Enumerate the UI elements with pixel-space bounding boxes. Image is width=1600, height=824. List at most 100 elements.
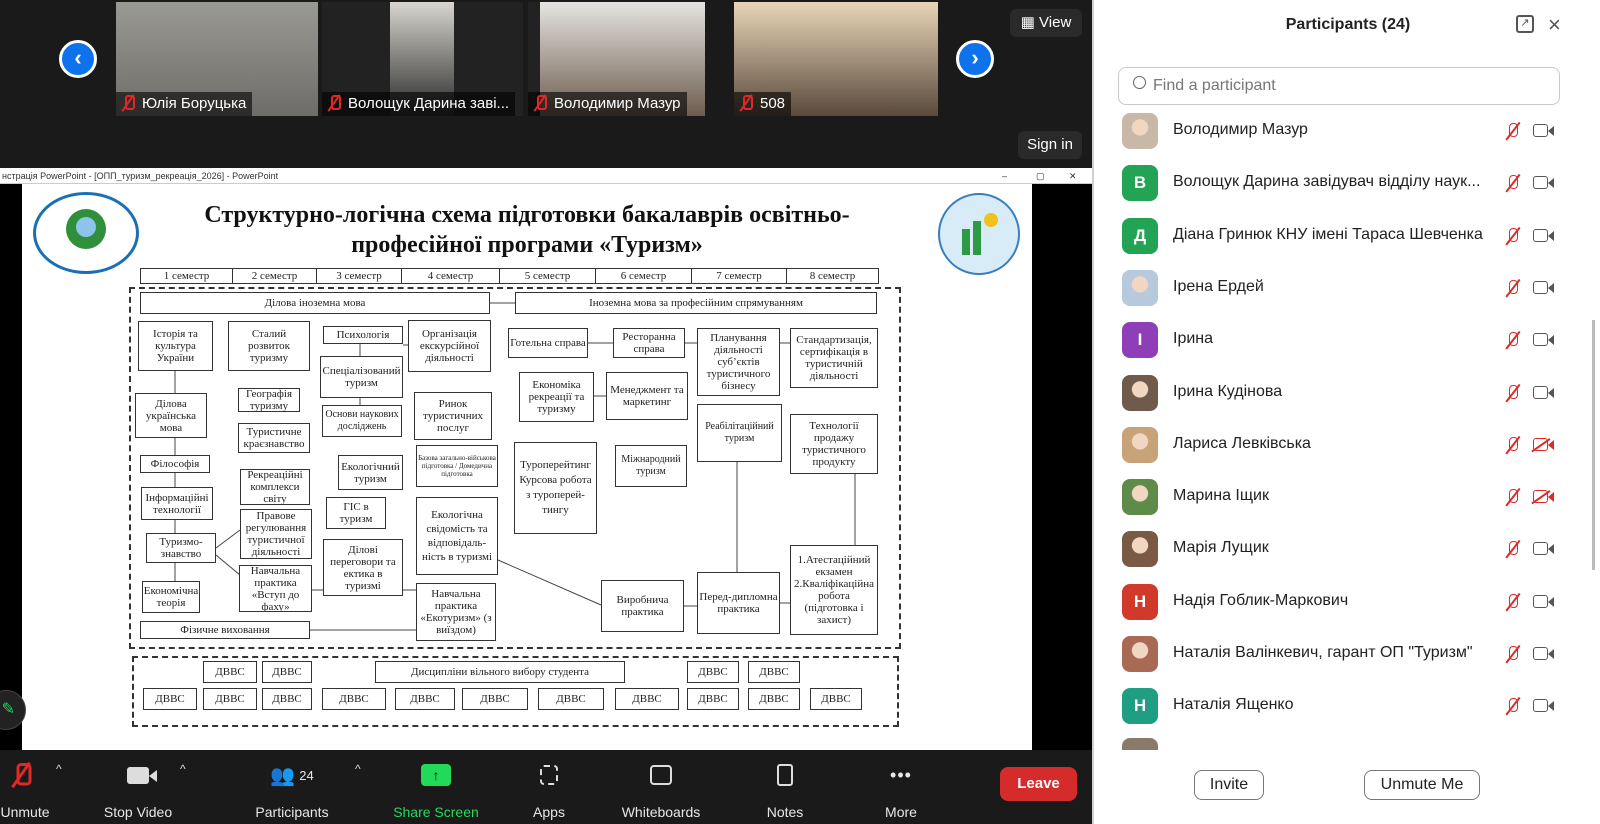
course-box: Ділові переговори та ектика в туризмі (323, 539, 403, 596)
elective-box: ДВВС (810, 688, 862, 710)
video-camera-icon[interactable] (1533, 594, 1554, 608)
notes-button[interactable]: Notes (758, 760, 812, 820)
course-box: Технології продажу туристичного продукту (790, 414, 878, 474)
video-camera-icon[interactable] (1533, 385, 1554, 399)
course-box: Екологічний туризм (338, 455, 403, 490)
course-box: Ресторанна справа (613, 328, 685, 358)
course-box: Економіка рекреації та туризму (519, 372, 594, 422)
video-camera-icon[interactable] (1533, 176, 1554, 190)
video-options-caret[interactable]: ^ (180, 762, 186, 776)
participant-row[interactable]: Ірина Кудінова (1122, 373, 1562, 413)
course-box: Правове регулювання туристичної діяльнос… (240, 509, 312, 559)
whiteboards-button[interactable]: Whiteboards (614, 760, 708, 820)
mic-muted-icon[interactable] (1505, 384, 1521, 402)
participant-row[interactable]: Марія Лущик (1122, 529, 1562, 569)
course-box: Стандартизація, сертифікація в туристичн… (790, 328, 878, 388)
stop-video-button[interactable]: Stop Video (96, 760, 180, 820)
participant-row[interactable]: Н Наталія Ященко (1122, 686, 1562, 726)
participant-row[interactable]: Лариса Левківська (1122, 425, 1562, 465)
course-box: Навчальна практика «Вступ до фаху» (239, 565, 312, 612)
apps-button[interactable]: Apps (524, 760, 574, 820)
elective-box: ДВВС (538, 688, 604, 710)
participant-row[interactable]: Володимир Мазур (1122, 111, 1562, 151)
participant-row[interactable]: Д Діана Гринюк КНУ імені Тараса Шевченка (1122, 216, 1562, 256)
connector (215, 529, 241, 549)
video-off-icon[interactable] (1533, 490, 1554, 504)
mic-muted-icon[interactable] (1505, 122, 1521, 140)
mic-muted-icon[interactable] (1505, 593, 1521, 611)
video-camera-icon (127, 766, 157, 784)
participants-icon: 👥 (270, 764, 296, 787)
connector (497, 559, 602, 606)
video-off-icon[interactable] (1533, 437, 1554, 451)
video-camera-icon[interactable] (1533, 699, 1554, 713)
elective-box: ДВВС (462, 688, 528, 710)
participant-row[interactable]: Наталія Валінкевич, гарант ОП "Туризм" (1122, 634, 1562, 674)
unmute-button[interactable]: Unmute (0, 760, 56, 820)
participant-name: Ірина Кудінова (1173, 382, 1283, 400)
mic-muted-icon[interactable] (1505, 488, 1521, 506)
course-box: Перед-дипломна практика (697, 572, 780, 634)
mic-muted-icon[interactable] (1505, 331, 1521, 349)
course-box: Туризмо-знавство (146, 533, 216, 563)
invite-button[interactable]: Invite (1194, 770, 1264, 800)
find-participant-input[interactable]: Find a participant (1118, 67, 1560, 105)
participant-row[interactable]: Марина Іщик (1122, 477, 1562, 517)
course-box: Виробнича практика (601, 580, 684, 632)
avatar (1122, 531, 1158, 568)
video-camera-icon[interactable] (1533, 124, 1554, 137)
avatar (1122, 374, 1158, 411)
mic-muted-icon[interactable] (1505, 174, 1521, 192)
elective-box: ДВВС (143, 688, 197, 710)
course-box: Фізичне виховання (140, 621, 310, 639)
participants-button[interactable]: 👥 24 Participants (248, 760, 336, 821)
course-box: Історія та культура України (138, 321, 213, 371)
avatar: І (1122, 322, 1158, 359)
elective-box: ДВВС (322, 688, 386, 710)
elective-box: ДВВС (615, 688, 679, 710)
mic-muted-icon (12, 763, 32, 787)
participant-name: Ірина (1173, 330, 1214, 348)
mic-muted-icon[interactable] (1505, 697, 1521, 715)
video-camera-icon[interactable] (1533, 333, 1554, 347)
apps-icon (540, 765, 558, 785)
video-camera-icon[interactable] (1533, 228, 1554, 242)
course-box: Ділова українська мова (135, 393, 207, 438)
close-panel-icon[interactable]: × (1548, 12, 1561, 38)
participant-row[interactable]: І Ірина (1122, 320, 1562, 360)
course-box: Психологія (323, 326, 403, 344)
mic-muted-icon[interactable] (1505, 540, 1521, 558)
elective-box: ДВВС (687, 661, 739, 683)
electives-label: Дисципліни вільного вибору студента (375, 661, 625, 683)
video-camera-icon[interactable] (1533, 647, 1554, 660)
participant-row[interactable]: Ірена Ердей (1122, 268, 1562, 308)
elective-box: ДВВС (262, 688, 312, 710)
mic-muted-icon[interactable] (1505, 227, 1521, 245)
course-box: Планування діяльності суб’єктів туристич… (697, 328, 780, 396)
course-box: Основи наукових досліджень (322, 405, 402, 437)
video-camera-icon[interactable] (1533, 280, 1554, 294)
audio-options-caret[interactable]: ^ (56, 762, 62, 776)
connector (215, 554, 241, 576)
pop-out-icon[interactable]: ↗ (1516, 15, 1534, 33)
more-button[interactable]: ••• More (874, 760, 928, 821)
course-box: 1.Атестаційний екзамен 2.Кваліфікаційна … (790, 545, 878, 635)
mic-muted-icon[interactable] (1505, 436, 1521, 454)
share-screen-button[interactable]: ↑ Share Screen (388, 760, 484, 820)
course-box: Економічна теорія (142, 581, 200, 613)
mic-muted-icon[interactable] (1505, 645, 1521, 663)
unmute-me-button[interactable]: Unmute Me (1364, 770, 1480, 800)
scrollbar[interactable] (1592, 320, 1595, 570)
participants-options-caret[interactable]: ^ (355, 762, 361, 776)
course-box: Спеціалізований туризм (320, 356, 403, 398)
participant-row[interactable]: Н Надія Гоблик-Маркович (1122, 582, 1562, 622)
leave-button[interactable]: Leave (1000, 767, 1077, 801)
avatar: Н (1122, 688, 1158, 725)
participant-row[interactable] (1122, 736, 1562, 750)
avatar (1122, 113, 1158, 149)
participant-name: Марина Іщик (1173, 487, 1269, 505)
participant-row[interactable]: В Волощук Дарина завідувач відділу наук..… (1122, 163, 1562, 203)
mic-muted-icon[interactable] (1505, 279, 1521, 297)
video-camera-icon[interactable] (1533, 542, 1554, 556)
course-box: Базова загально-військова підготовка / Д… (416, 445, 498, 487)
